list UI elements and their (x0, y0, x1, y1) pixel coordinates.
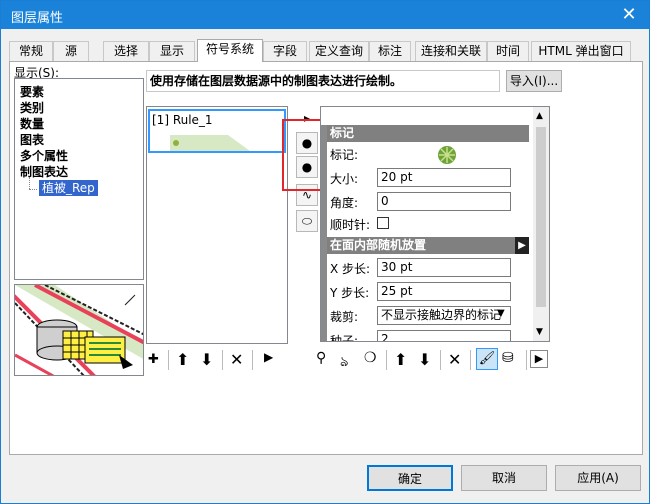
layer-down-icon[interactable]: ⬇ (418, 350, 431, 369)
clip-row: 裁剪: 不显示接触边界的标记 ▼ (327, 305, 529, 327)
add-rule-icon[interactable]: ✚ (148, 352, 159, 367)
list-item[interactable]: 要素 (20, 83, 44, 100)
x-step-row: X 步长: 30 pt (327, 257, 529, 279)
clip-label: 裁剪: (330, 310, 359, 324)
move-up-icon[interactable]: ⬆ (176, 350, 189, 369)
x-step-label: X 步长: (330, 262, 371, 276)
divider (168, 350, 169, 370)
legend-preview-image (14, 284, 144, 376)
dialog-title: 图层属性 (11, 11, 64, 26)
delete-icon[interactable]: ✕ (230, 350, 243, 369)
cancel-button[interactable]: 取消 (461, 465, 547, 491)
tab-display[interactable]: 显示 (149, 41, 195, 61)
clockwise-label: 顺时针: (330, 218, 371, 232)
brush-icon[interactable]: 🖌 (476, 348, 498, 370)
y-step-input[interactable]: 25 pt (377, 282, 511, 301)
tab-selection[interactable]: 选择 (103, 41, 149, 61)
tab-strip: 常规 源 选择 显示 符号系统 字段 定义查询 标注 连接和关联 时间 HTML… (9, 39, 645, 62)
seed-label: 种子: (330, 334, 359, 342)
clockwise-row: 顺时针: (327, 213, 529, 235)
seed-row: 种子: 2 (327, 329, 529, 342)
divider (440, 350, 441, 370)
angle-label: 角度: (330, 196, 359, 210)
list-item[interactable]: 图表 (20, 131, 44, 148)
list-item[interactable]: 制图表达 (20, 163, 68, 180)
divider (252, 350, 253, 370)
tab-symbology[interactable]: 符号系统 (197, 39, 263, 62)
marker-section-header: 标记 (327, 125, 529, 142)
x-step-input[interactable]: 30 pt (377, 258, 511, 277)
tab-definition-query[interactable]: 定义查询 (309, 41, 369, 61)
properties-panel: 标记 标记: 大小: 20 pt 角度: 0 顺时针: 在面内部随机放置 ▶ X… (320, 106, 550, 342)
random-placement-header: 在面内部随机放置 (327, 237, 529, 254)
tree-line (29, 189, 37, 190)
y-step-row: Y 步长: 25 pt (327, 281, 529, 303)
divider (386, 350, 387, 370)
move-down-icon[interactable]: ⬇ (200, 350, 213, 369)
add-marker-layer-icon[interactable]: ⚲ (316, 350, 326, 366)
angle-input[interactable]: 0 (377, 192, 511, 211)
marker-label: 标记: (330, 148, 359, 162)
list-item[interactable]: 类别 (20, 99, 44, 116)
menu-arrow-icon[interactable]: ▶ (264, 350, 273, 364)
chevron-down-icon[interactable]: ▼ (497, 308, 505, 319)
size-label: 大小: (330, 172, 359, 186)
scroll-down-icon[interactable]: ▼ (536, 327, 543, 337)
layer-properties-dialog: 图层属性 ✕ 常规 源 选择 显示 符号系统 字段 定义查询 标注 连接和关联 … (0, 0, 650, 504)
rule-item[interactable]: [1] Rule_1 (148, 109, 286, 153)
import-button[interactable]: 导入(I)... (506, 70, 562, 92)
rule-label: [1] Rule_1 (152, 113, 213, 127)
delete-layer-icon[interactable]: ✕ (448, 350, 461, 369)
clip-select[interactable]: 不显示接触边界的标记 (377, 306, 511, 325)
list-item[interactable]: 数量 (20, 115, 44, 132)
tab-fields[interactable]: 字段 (263, 41, 307, 61)
list-item[interactable]: 多个属性 (20, 147, 68, 164)
list-item-selected[interactable]: 植被_Rep (39, 180, 98, 196)
tree-line (29, 177, 30, 189)
close-button[interactable]: ✕ (617, 3, 641, 27)
properties-scrollbar[interactable]: ▲ ▼ (533, 107, 549, 341)
tab-joins-relates[interactable]: 连接和关联 (415, 41, 487, 61)
y-step-label: Y 步长: (330, 286, 370, 300)
marker-row: 标记: (327, 143, 529, 165)
scroll-thumb[interactable] (536, 127, 546, 307)
layer-up-icon[interactable]: ⬆ (394, 350, 407, 369)
description-text: 使用存储在图层数据源中的制图表达进行绘制。 (146, 70, 500, 92)
ok-button[interactable]: 确定 (367, 465, 453, 491)
clockwise-checkbox[interactable] (377, 217, 389, 229)
tab-source[interactable]: 源 (53, 41, 89, 61)
symbology-panel: 显示(S): 要素 类别 数量 图表 多个属性 制图表达 植被_Rep 使用存储… (9, 61, 643, 455)
title-bar: 图层属性 ✕ (1, 1, 649, 29)
angle-row: 角度: 0 (327, 191, 529, 213)
scroll-up-icon[interactable]: ▲ (536, 111, 543, 121)
divider (470, 350, 471, 370)
renderer-list[interactable]: 要素 类别 数量 图表 多个属性 制图表达 植被_Rep (14, 78, 144, 280)
rules-list[interactable]: [1] Rule_1 (146, 106, 288, 344)
rule-swatch (170, 135, 250, 151)
tree-marker-icon[interactable] (437, 145, 457, 165)
database-icon[interactable]: ⛁ (502, 350, 514, 366)
apply-button[interactable]: 应用(A) (555, 465, 641, 491)
size-input[interactable]: 20 pt (377, 168, 511, 187)
section-menu-button[interactable]: ▶ (515, 237, 529, 254)
tab-html-popup[interactable]: HTML 弹出窗口 (531, 41, 631, 61)
highlight-box (282, 119, 324, 191)
divider (526, 350, 527, 370)
add-stroke-layer-icon[interactable]: ঌ (340, 350, 348, 374)
tab-time[interactable]: 时间 (487, 41, 529, 61)
size-row: 大小: 20 pt (327, 167, 529, 189)
fill-layer-icon[interactable]: ⬭ (296, 210, 318, 232)
menu-arrow-icon[interactable]: ▶ (530, 350, 548, 368)
tab-general[interactable]: 常规 (9, 41, 53, 61)
seed-input[interactable]: 2 (377, 330, 511, 341)
divider (222, 350, 223, 370)
tab-labels[interactable]: 标注 (369, 41, 411, 61)
add-fill-layer-icon[interactable]: ❍ (364, 350, 377, 366)
